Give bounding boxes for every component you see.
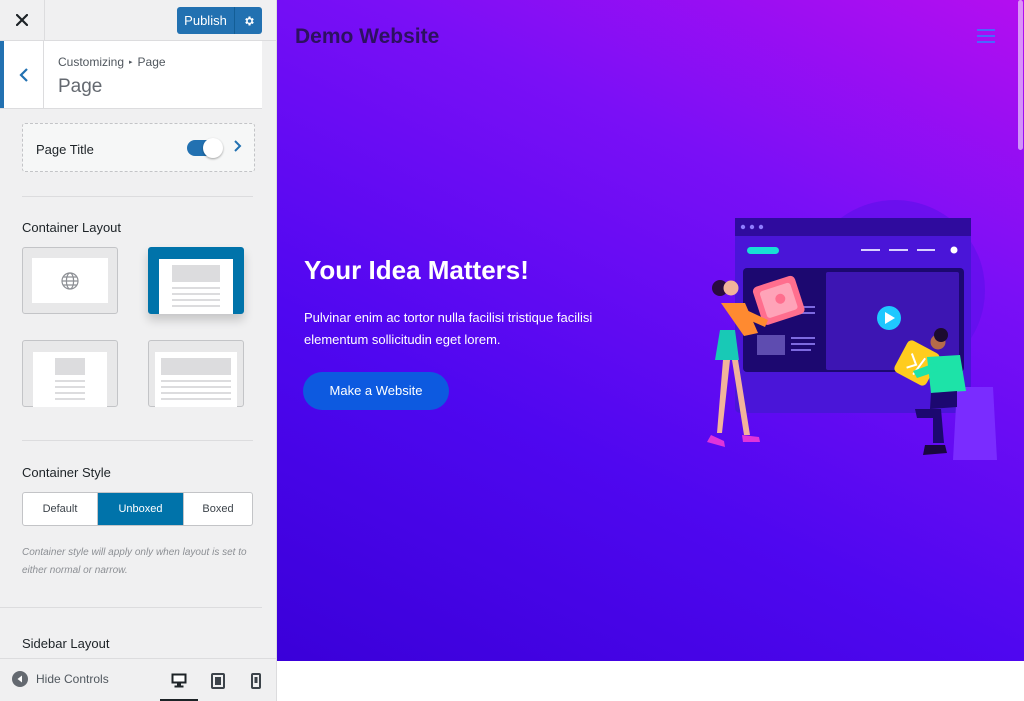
publish-label[interactable]: Publish — [177, 7, 235, 34]
layout-option-normal[interactable] — [148, 247, 244, 314]
device-desktop-button[interactable] — [160, 659, 198, 701]
customizer-footer: Hide Controls — [0, 658, 276, 701]
thumb-line — [55, 398, 85, 400]
chevron-left-icon — [18, 67, 28, 82]
device-tablet-button[interactable] — [199, 659, 237, 701]
section-title: Page — [58, 76, 103, 97]
hero-section: Demo Website Your Idea Matters! Pulvinar… — [277, 0, 1024, 661]
style-option-unboxed[interactable]: Unboxed — [98, 493, 184, 525]
thumb-block — [172, 265, 220, 282]
layout-option-default[interactable] — [22, 247, 118, 314]
breadcrumb-root: Customizing — [58, 55, 125, 69]
preview-scrollbar[interactable] — [1018, 0, 1023, 150]
customizer-sidebar: Publish Customizing ▸ Page Page Page Tit… — [0, 0, 277, 701]
globe-icon — [61, 272, 79, 290]
site-preview: Demo Website Your Idea Matters! Pulvinar… — [277, 0, 1024, 701]
back-button[interactable] — [0, 41, 44, 108]
page-title-label: Page Title — [36, 142, 94, 157]
thumb-line — [55, 386, 85, 388]
hide-controls-button[interactable]: Hide Controls — [12, 671, 109, 687]
sidebar-scrollbar[interactable] — [262, 41, 276, 658]
menu-toggle-icon[interactable] — [977, 29, 995, 43]
close-icon — [16, 14, 28, 26]
make-website-button[interactable]: Make a Website — [303, 372, 449, 410]
thumb-line — [172, 287, 220, 289]
page-title-toggle[interactable] — [187, 138, 223, 158]
thumb-line — [161, 386, 231, 388]
chevron-right-icon — [234, 140, 242, 152]
hero-text: Pulvinar enim ac tortor nulla facilisi t… — [304, 310, 593, 347]
breadcrumb-separator-icon: ▸ — [129, 59, 133, 66]
layout-thumb — [155, 352, 237, 407]
container-style-label: Container Style — [22, 465, 111, 480]
thumb-line — [172, 293, 220, 295]
layout-thumb — [33, 352, 107, 407]
page-title-expand-button[interactable] — [233, 139, 247, 155]
thumb-line — [161, 398, 231, 400]
controls-panel: Page Title Container Layout Container St… — [0, 110, 262, 658]
divider — [22, 440, 253, 441]
hide-controls-label: Hide Controls — [36, 672, 109, 686]
publish-button[interactable]: Publish — [177, 7, 262, 34]
divider — [0, 607, 262, 608]
customizer-header: Publish — [0, 0, 276, 41]
gear-icon — [244, 16, 254, 25]
container-style-selector: Default Unboxed Boxed — [22, 492, 253, 526]
layout-option-narrow[interactable] — [22, 340, 118, 407]
toggle-knob — [203, 138, 223, 158]
divider — [22, 196, 253, 197]
thumb-line — [161, 380, 231, 382]
hero-title: Your Idea Matters! — [304, 255, 529, 285]
tablet-icon — [211, 672, 225, 689]
close-customizer-button[interactable] — [0, 0, 45, 40]
thumb-block — [55, 358, 85, 375]
container-layout-label: Container Layout — [22, 220, 122, 235]
page-title-control: Page Title — [22, 123, 255, 172]
publish-settings-button[interactable] — [235, 7, 262, 34]
thumb-line — [172, 305, 220, 307]
thumb-line — [172, 299, 220, 301]
thumb-line — [55, 392, 85, 394]
breadcrumb-current: Page — [137, 55, 166, 69]
sidebar-layout-label: Sidebar Layout — [22, 636, 110, 651]
thumb-block — [161, 358, 231, 375]
layout-option-full-width[interactable] — [148, 340, 244, 407]
section-header: Customizing ▸ Page Page — [0, 41, 262, 109]
hero-illustration — [707, 200, 997, 460]
thumb-line — [161, 392, 231, 394]
thumb-line — [55, 380, 85, 382]
site-title[interactable]: Demo Website — [295, 25, 439, 49]
layout-thumb — [159, 259, 233, 314]
mobile-icon — [251, 672, 261, 689]
style-option-boxed[interactable]: Boxed — [184, 493, 252, 525]
desktop-icon — [171, 673, 187, 688]
container-style-hint: Container style will apply only when lay… — [22, 547, 247, 576]
arrow-left-circle-icon — [12, 671, 28, 687]
breadcrumb: Customizing ▸ Page — [58, 55, 166, 69]
device-mobile-button[interactable] — [237, 659, 275, 701]
style-option-default[interactable]: Default — [23, 493, 98, 525]
